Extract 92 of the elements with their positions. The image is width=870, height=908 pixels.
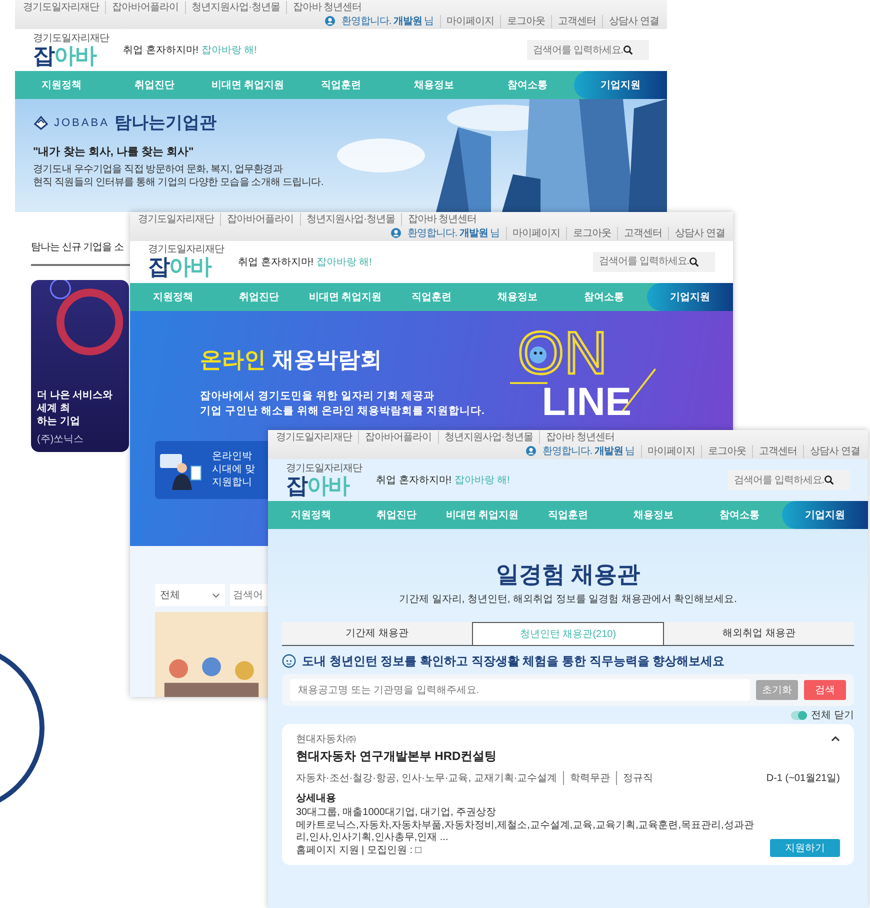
job-tag: 학력무관 <box>563 771 610 785</box>
mascot-icon <box>282 654 296 668</box>
top-link[interactable]: 잡아바 청년센터 <box>286 1 362 14</box>
top-link[interactable]: 경기도일자리재단 <box>138 213 214 226</box>
search-field[interactable]: 검색어를 입력하세요. <box>593 252 715 272</box>
site-logo[interactable]: 잡아바 <box>148 255 211 280</box>
nav-item[interactable]: 기업지원 <box>782 501 868 529</box>
nav-item[interactable]: 기업지원 <box>574 71 667 99</box>
banner-title: 탐나는기업관 <box>114 112 216 134</box>
top-link[interactable]: 청년지원사업·청년몰 <box>184 1 280 14</box>
notice-text: 지원합니 <box>212 476 253 490</box>
account-link[interactable]: 상담사 연결 <box>602 14 659 28</box>
toggle-label: 전체 닫기 <box>811 709 854 722</box>
notice-text: 온라인박 <box>212 450 253 464</box>
banner-text: 잡아바에서 경기도민을 위한 일자리 기회 제공과 <box>200 388 435 404</box>
banner-text: 경기도내 우수기업을 직접 방문하여 문화, 복지, 업무환경과 <box>33 163 284 176</box>
nav-item[interactable]: 기업지원 <box>646 282 733 311</box>
search-icon[interactable] <box>623 45 633 55</box>
logo-caption: 경기도일자리재단 <box>33 32 109 44</box>
detail-heading: 상세내용 <box>296 792 337 805</box>
search-field[interactable]: 채용공고명 또는 기관명을 입력해주세요. <box>290 679 750 701</box>
account-link[interactable]: 마이페이지 <box>440 14 494 28</box>
card-text: 하는 기업 <box>37 415 81 428</box>
page-subtitle: 기간제 일자리, 청년인턴, 해외취업 정보를 일경험 채용관에서 확인해보세요. <box>399 593 737 606</box>
account-link[interactable]: 고객센터 <box>617 226 662 240</box>
caret-icon[interactable] <box>831 736 840 742</box>
card-text: 더 나은 서비스와 세계 최 <box>37 389 114 415</box>
top-link[interactable]: 경기도일자리재단 <box>276 431 352 444</box>
account-link[interactable]: 고객센터 <box>551 14 596 28</box>
slogan: 취업 혼자하지마! 잡아바랑 해! <box>238 256 372 269</box>
chevron-down-icon <box>212 592 220 598</box>
banner-title: 온라인 채용박람회 <box>200 346 382 374</box>
online-lettering-drawing: ON LINE <box>510 316 660 421</box>
account-link[interactable]: 로그아웃 <box>500 14 546 28</box>
hands-icon <box>33 114 49 130</box>
top-link[interactable]: 청년지원사업·청년몰 <box>438 431 533 444</box>
user-icon <box>325 16 336 26</box>
logo-caption: 경기도일자리재단 <box>148 244 224 256</box>
notice-text: 시대에 맞 <box>212 463 256 476</box>
detail-text: 홈페이지 지원 | 모집인원 : □ <box>296 844 422 857</box>
brand-name: JOBABA <box>54 116 110 128</box>
company-name: 현대자동차㈜ <box>296 733 356 746</box>
greeting-text: 환영합니다. 개발원 님 <box>542 445 635 458</box>
page-title: 일경험 채용관 <box>496 560 640 589</box>
search-button[interactable]: 검색 <box>804 680 846 700</box>
user-icon <box>526 446 536 456</box>
top-link[interactable]: 청년지원사업·청년몰 <box>300 213 395 226</box>
search-field[interactable]: 검색어 <box>230 584 268 606</box>
search-icon[interactable] <box>824 475 834 485</box>
company-card[interactable]: 더 나은 서비스와 세계 최 하는 기업 (주)쏘닉스 <box>31 280 129 452</box>
site-logo[interactable]: 잡아바 <box>33 44 96 68</box>
banner-quote: "내가 찾는 회사, 나를 찾는 회사" <box>33 145 195 159</box>
job-tag: 정규직 <box>616 771 654 785</box>
detail-text: 메카트로닉스,자동차,자동차부품,자동차정비,제철소,교수설계,교육,교육기획,교육훈련,목표관리,성과관리,인사,인사기획,인사총무,인재 ... <box>296 820 754 844</box>
top-link[interactable]: 잡아바 청년센터 <box>538 431 615 444</box>
company-name: (주)쏘닉스 <box>37 433 85 446</box>
account-link[interactable]: 로그아웃 <box>566 226 612 240</box>
intro-heading: 도내 청년인턴 정보를 확인하고 직장생활 체험을 통한 직무능력을 향상해보세요 <box>302 652 725 670</box>
site-logo[interactable]: 잡아바 <box>286 474 349 498</box>
account-link[interactable]: 상담사 연결 <box>668 226 725 240</box>
job-title[interactable]: 현대자동차 연구개발본부 HRD컨설팅 <box>296 748 840 765</box>
apply-button[interactable]: 지원하기 <box>770 839 840 857</box>
slogan: 취업 혼자하지마! 잡아바랑 해! <box>376 474 510 487</box>
account-link[interactable]: 고객센터 <box>752 444 798 458</box>
detail-text: 30대그룹, 매출1000대기업, 대기업, 주권상장 <box>296 807 498 820</box>
search-icon[interactable] <box>689 256 699 267</box>
greeting-text: 환영합니다. 개발원 님 <box>341 15 434 28</box>
greeting-text: 환영합니다. 개발원 님 <box>407 227 500 240</box>
category-select[interactable]: 전체 <box>155 584 225 606</box>
tab[interactable]: 해외취업 채용관 <box>664 622 854 644</box>
deadline: D-1 (~01월21일) <box>766 772 840 785</box>
account-link[interactable]: 로그아웃 <box>701 444 746 458</box>
top-link[interactable]: 경기도일자리재단 <box>23 1 99 14</box>
search-field[interactable]: 검색어를 입력하세요. <box>728 470 850 490</box>
user-icon <box>391 228 402 238</box>
account-link[interactable]: 마이페이지 <box>640 444 696 458</box>
slogan: 취업 혼자하지마! 잡아바랑 해! <box>123 44 257 57</box>
banner-text: 기업 구인난 해소를 위해 온라인 채용박람회를 지원합니다. <box>200 404 484 419</box>
tab[interactable]: 청년인턴 채용관(210) <box>472 622 664 645</box>
toggle-switch[interactable] <box>791 710 808 720</box>
top-link[interactable]: 잡아바 청년센터 <box>400 213 477 226</box>
top-link[interactable]: 잡아바어플라이 <box>105 1 178 14</box>
top-link[interactable]: 잡아바어플라이 <box>358 431 432 444</box>
tab[interactable]: 기간제 채용관 <box>282 622 472 644</box>
search-field[interactable]: 검색어를 입력하세요. <box>527 40 649 60</box>
account-link[interactable]: 마이페이지 <box>506 226 560 240</box>
logo-caption: 경기도일자리재단 <box>286 462 362 474</box>
job-tag: 자동차·조선·철강·항공, 인사·노무·교육, 교재기획·교수설계 <box>296 771 558 785</box>
account-link[interactable]: 상담사 연결 <box>803 444 860 458</box>
poster-image[interactable] <box>155 612 268 697</box>
top-link[interactable]: 잡아바어플라이 <box>220 213 294 226</box>
banner-text: 현직 직원들의 인터뷰를 통해 기업의 다양한 모습을 소개해 드립니다. <box>33 176 324 189</box>
